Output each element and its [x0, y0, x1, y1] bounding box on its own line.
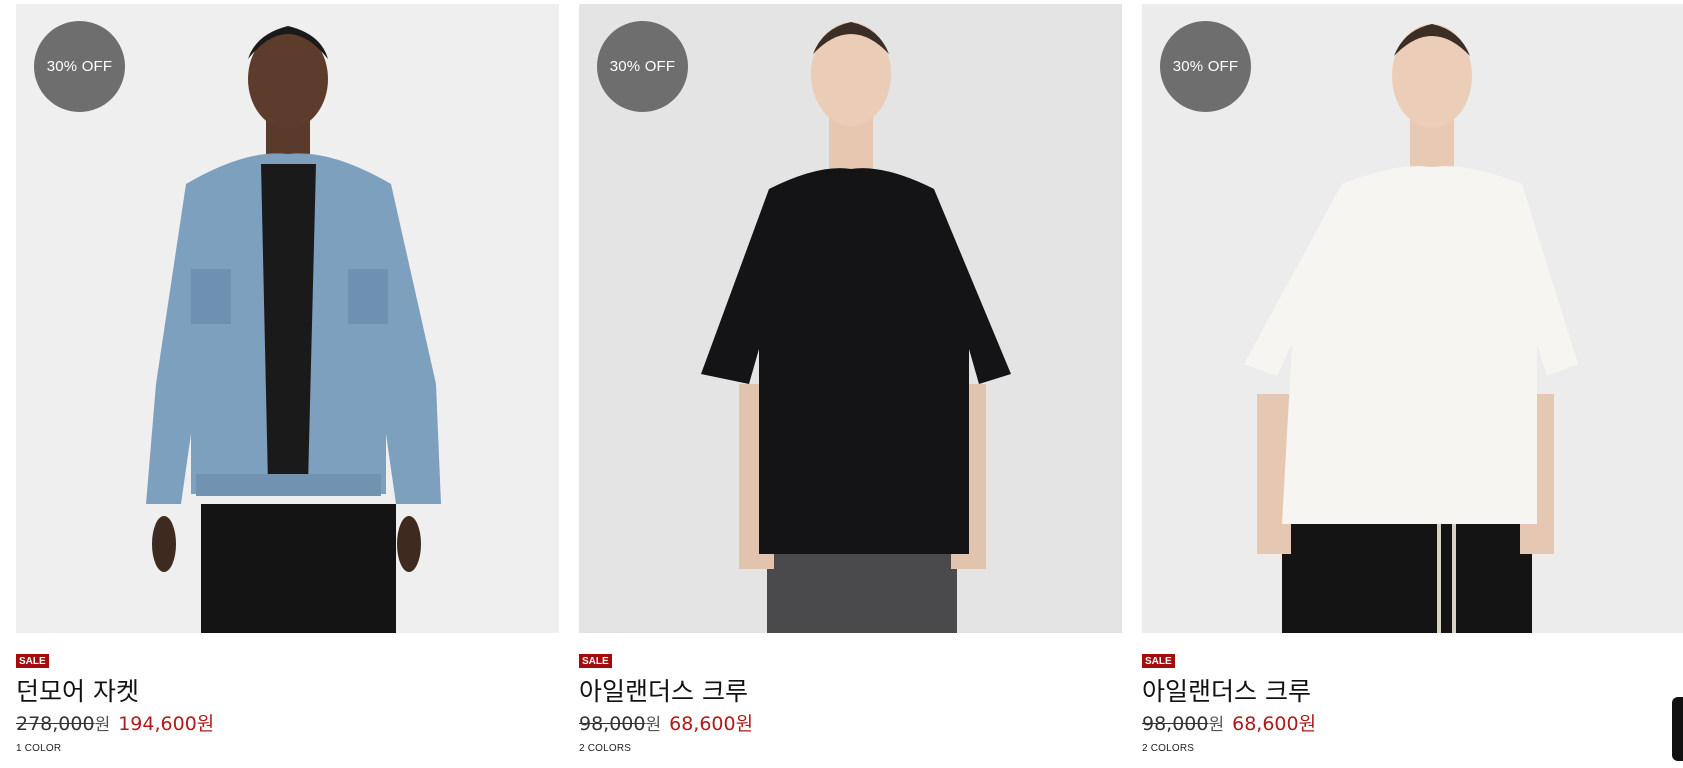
product-card[interactable]: 30% OFF SALE 던모어 자켓 278,000원 194,600원 1 C…	[16, 4, 559, 764]
product-card[interactable]: 30% OFF SALE 아일랜더스 크루 98,000원 68,600원 2 C…	[1142, 4, 1683, 764]
original-price: 278,000	[16, 713, 95, 735]
original-price: 98,000	[579, 713, 646, 735]
color-count[interactable]: 2 COLORS	[579, 743, 631, 754]
sale-price: 194,600원	[118, 713, 215, 735]
discount-badge: 30% OFF	[1160, 21, 1251, 112]
sale-price: 68,600원	[669, 713, 754, 735]
price-row: 98,000원 68,600원	[1142, 709, 1316, 736]
product-name[interactable]: 아일랜더스 크루	[579, 672, 748, 708]
product-image[interactable]: 30% OFF	[16, 4, 559, 633]
sale-price: 68,600원	[1232, 713, 1317, 735]
color-count[interactable]: 2 COLORS	[1142, 743, 1194, 754]
side-panel-tab[interactable]	[1672, 697, 1683, 761]
original-price: 98,000	[1142, 713, 1209, 735]
product-name[interactable]: 아일랜더스 크루	[1142, 672, 1311, 708]
discount-badge: 30% OFF	[597, 21, 688, 112]
product-image[interactable]: 30% OFF	[579, 4, 1122, 633]
product-name[interactable]: 던모어 자켓	[16, 672, 139, 708]
original-price-unit: 원	[645, 715, 662, 735]
sale-tag: SALE	[16, 654, 49, 668]
product-card[interactable]: 30% OFF SALE 아일랜더스 크루 98,000원 68,600원 2 C…	[579, 4, 1122, 764]
price-row: 98,000원 68,600원	[579, 709, 753, 736]
original-price-unit: 원	[1208, 715, 1225, 735]
discount-badge: 30% OFF	[34, 21, 125, 112]
product-grid: 30% OFF SALE 던모어 자켓 278,000원 194,600원 1 C…	[16, 4, 1683, 764]
price-row: 278,000원 194,600원	[16, 709, 214, 736]
sale-tag: SALE	[579, 654, 612, 668]
original-price-unit: 원	[94, 715, 111, 735]
product-image[interactable]: 30% OFF	[1142, 4, 1683, 633]
color-count[interactable]: 1 COLOR	[16, 743, 61, 754]
sale-tag: SALE	[1142, 654, 1175, 668]
